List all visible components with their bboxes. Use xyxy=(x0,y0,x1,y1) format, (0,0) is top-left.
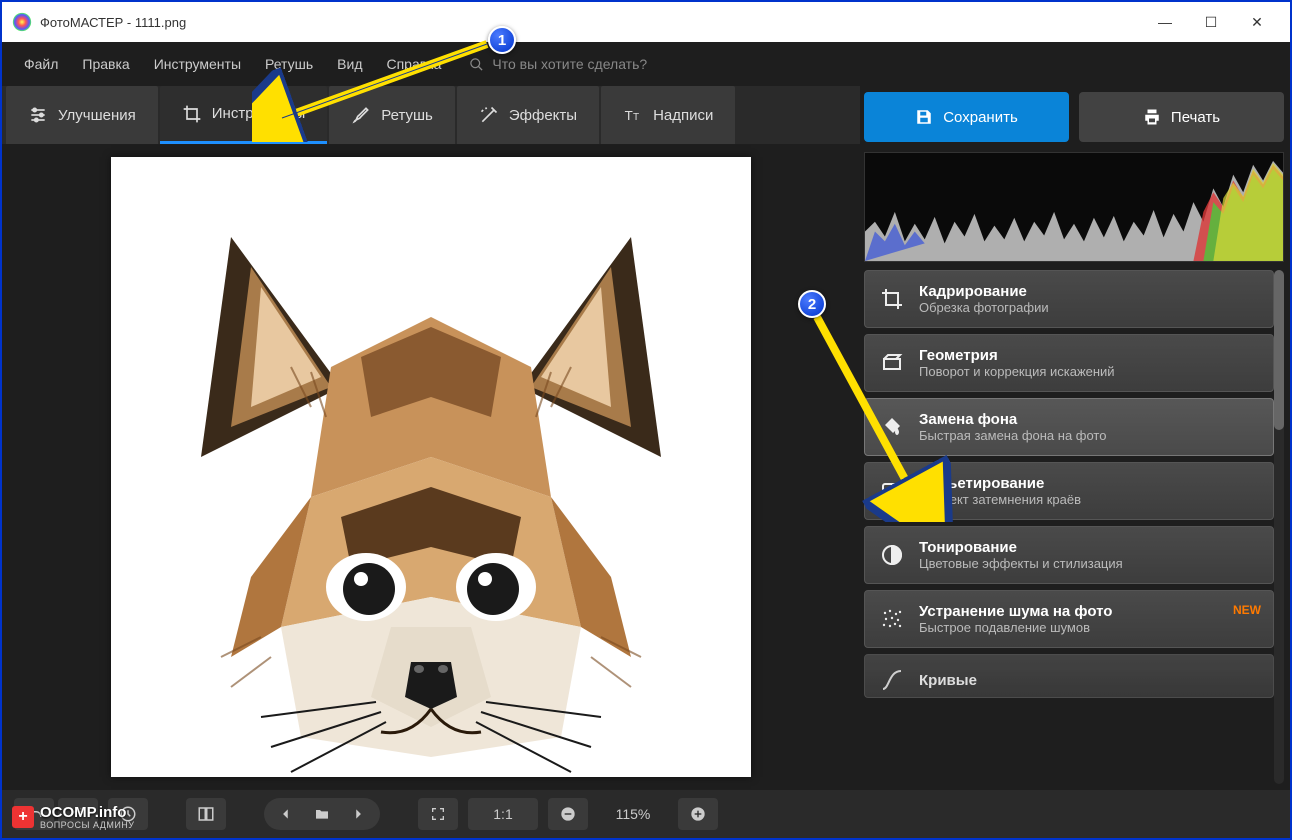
watermark-sub: ВОПРОСЫ АДМИНУ xyxy=(40,820,135,830)
scrollbar-thumb[interactable] xyxy=(1274,270,1284,430)
canvas-column: Улучшения Инструменты Ретушь Эффекты TT … xyxy=(2,86,860,790)
tool-title: Виньетирование xyxy=(919,475,1081,492)
tool-title: Геометрия xyxy=(919,347,1115,364)
menubar: Файл Правка Инструменты Ретушь Вид Справ… xyxy=(2,42,1290,86)
print-label: Печать xyxy=(1171,109,1220,126)
tool-geometry[interactable]: Геометрия Поворот и коррекция искажений xyxy=(864,334,1274,392)
zoom-value: 115% xyxy=(598,798,668,830)
tab-label: Ретушь xyxy=(381,107,433,124)
noise-icon xyxy=(879,606,905,632)
print-button[interactable]: Печать xyxy=(1079,92,1284,142)
tone-icon xyxy=(879,542,905,568)
tool-title: Кривые xyxy=(919,672,977,689)
search-icon xyxy=(469,57,484,72)
canvas-area[interactable] xyxy=(2,144,860,790)
save-icon xyxy=(915,108,933,126)
zoom-out-button[interactable] xyxy=(548,798,588,830)
save-button[interactable]: Сохранить xyxy=(864,92,1069,142)
tab-effects[interactable]: Эффекты xyxy=(457,86,599,144)
tool-title: Тонирование xyxy=(919,539,1123,556)
maximize-button[interactable]: ☐ xyxy=(1188,7,1234,37)
brush-icon xyxy=(351,105,371,125)
geometry-icon xyxy=(879,350,905,376)
menu-file[interactable]: Файл xyxy=(14,50,68,78)
tab-text[interactable]: TT Надписи xyxy=(601,86,735,144)
search-placeholder: Что вы хотите сделать? xyxy=(492,56,647,72)
tool-desc: Поворот и коррекция искажений xyxy=(919,364,1115,379)
search-area[interactable]: Что вы хотите сделать? xyxy=(469,56,647,72)
wand-icon xyxy=(479,105,499,125)
menu-edit[interactable]: Правка xyxy=(72,50,139,78)
histogram xyxy=(864,152,1284,262)
toolbar: Улучшения Инструменты Ретушь Эффекты TT … xyxy=(2,86,860,144)
ratio-button[interactable]: 1:1 xyxy=(468,798,538,830)
tool-crop[interactable]: Кадрирование Обрезка фотографии xyxy=(864,270,1274,328)
workspace: Улучшения Инструменты Ретушь Эффекты TT … xyxy=(2,86,1290,790)
menu-retouch[interactable]: Ретушь xyxy=(255,50,323,78)
tool-desc: Обрезка фотографии xyxy=(919,300,1049,315)
prev-file-button[interactable] xyxy=(268,798,304,830)
titlebar: ФотоМАСТЕР - 1111.png — ☐ ✕ xyxy=(2,2,1290,42)
tool-toning[interactable]: Тонирование Цветовые эффекты и стилизаци… xyxy=(864,526,1274,584)
zoom-in-button[interactable] xyxy=(678,798,718,830)
bucket-icon xyxy=(879,414,905,440)
tool-list: Кадрирование Обрезка фотографии Геометри… xyxy=(864,270,1284,784)
menu-help[interactable]: Справка xyxy=(376,50,451,78)
tool-title: Устранение шума на фото xyxy=(919,603,1112,620)
app-icon xyxy=(12,12,32,32)
bottombar: 1:1 115% xyxy=(2,790,1290,838)
annotation-bubble-1: 1 xyxy=(488,26,516,54)
watermark-brand: OCOMP.info xyxy=(40,804,126,821)
curves-icon xyxy=(879,667,905,693)
tool-desc: Быстрая замена фона на фото xyxy=(919,428,1106,443)
menu-tools[interactable]: Инструменты xyxy=(144,50,251,78)
scrollbar[interactable] xyxy=(1274,270,1284,784)
window-controls: — ☐ ✕ xyxy=(1142,7,1280,37)
fit-screen-button[interactable] xyxy=(418,798,458,830)
sliders-icon xyxy=(28,105,48,125)
close-button[interactable]: ✕ xyxy=(1234,7,1280,37)
tool-title: Замена фона xyxy=(919,411,1106,428)
watermark: + OCOMP.info ВОПРОСЫ АДМИНУ xyxy=(12,804,135,830)
tool-desc: Эффект затемнения краёв xyxy=(919,492,1081,507)
svg-text:T: T xyxy=(633,112,639,123)
action-row: Сохранить Печать xyxy=(864,92,1284,142)
right-panel: Сохранить Печать xyxy=(860,86,1290,790)
watermark-badge: + xyxy=(12,806,34,828)
text-icon: TT xyxy=(623,105,643,125)
minimize-button[interactable]: — xyxy=(1142,7,1188,37)
tab-retouch[interactable]: Ретушь xyxy=(329,86,455,144)
print-icon xyxy=(1143,108,1161,126)
crop-icon xyxy=(182,104,202,124)
tab-label: Надписи xyxy=(653,107,713,124)
open-folder-button[interactable] xyxy=(304,798,340,830)
menu-view[interactable]: Вид xyxy=(327,50,372,78)
next-file-button[interactable] xyxy=(340,798,376,830)
annotation-bubble-2: 2 xyxy=(798,290,826,318)
crop-icon xyxy=(879,286,905,312)
tab-tools[interactable]: Инструменты xyxy=(160,86,328,144)
image-preview xyxy=(111,157,751,777)
tool-denoise[interactable]: Устранение шума на фото Быстрое подавлен… xyxy=(864,590,1274,648)
tab-label: Эффекты xyxy=(509,107,577,124)
tool-curves[interactable]: Кривые xyxy=(864,654,1274,698)
window-title: ФотоМАСТЕР - 1111.png xyxy=(40,15,1142,30)
save-label: Сохранить xyxy=(943,109,1018,126)
compare-button[interactable] xyxy=(186,798,226,830)
tab-label: Улучшения xyxy=(58,107,136,124)
tool-background-replace[interactable]: Замена фона Быстрая замена фона на фото xyxy=(864,398,1274,456)
tool-vignette[interactable]: Виньетирование Эффект затемнения краёв xyxy=(864,462,1274,520)
tab-enhance[interactable]: Улучшения xyxy=(6,86,158,144)
badge-new: NEW xyxy=(1233,603,1261,617)
tool-title: Кадрирование xyxy=(919,283,1049,300)
tool-desc: Быстрое подавление шумов xyxy=(919,620,1112,635)
vignette-icon xyxy=(879,478,905,504)
svg-text:T: T xyxy=(625,108,633,123)
tool-desc: Цветовые эффекты и стилизация xyxy=(919,556,1123,571)
tab-label: Инструменты xyxy=(212,105,306,122)
file-nav xyxy=(264,798,380,830)
